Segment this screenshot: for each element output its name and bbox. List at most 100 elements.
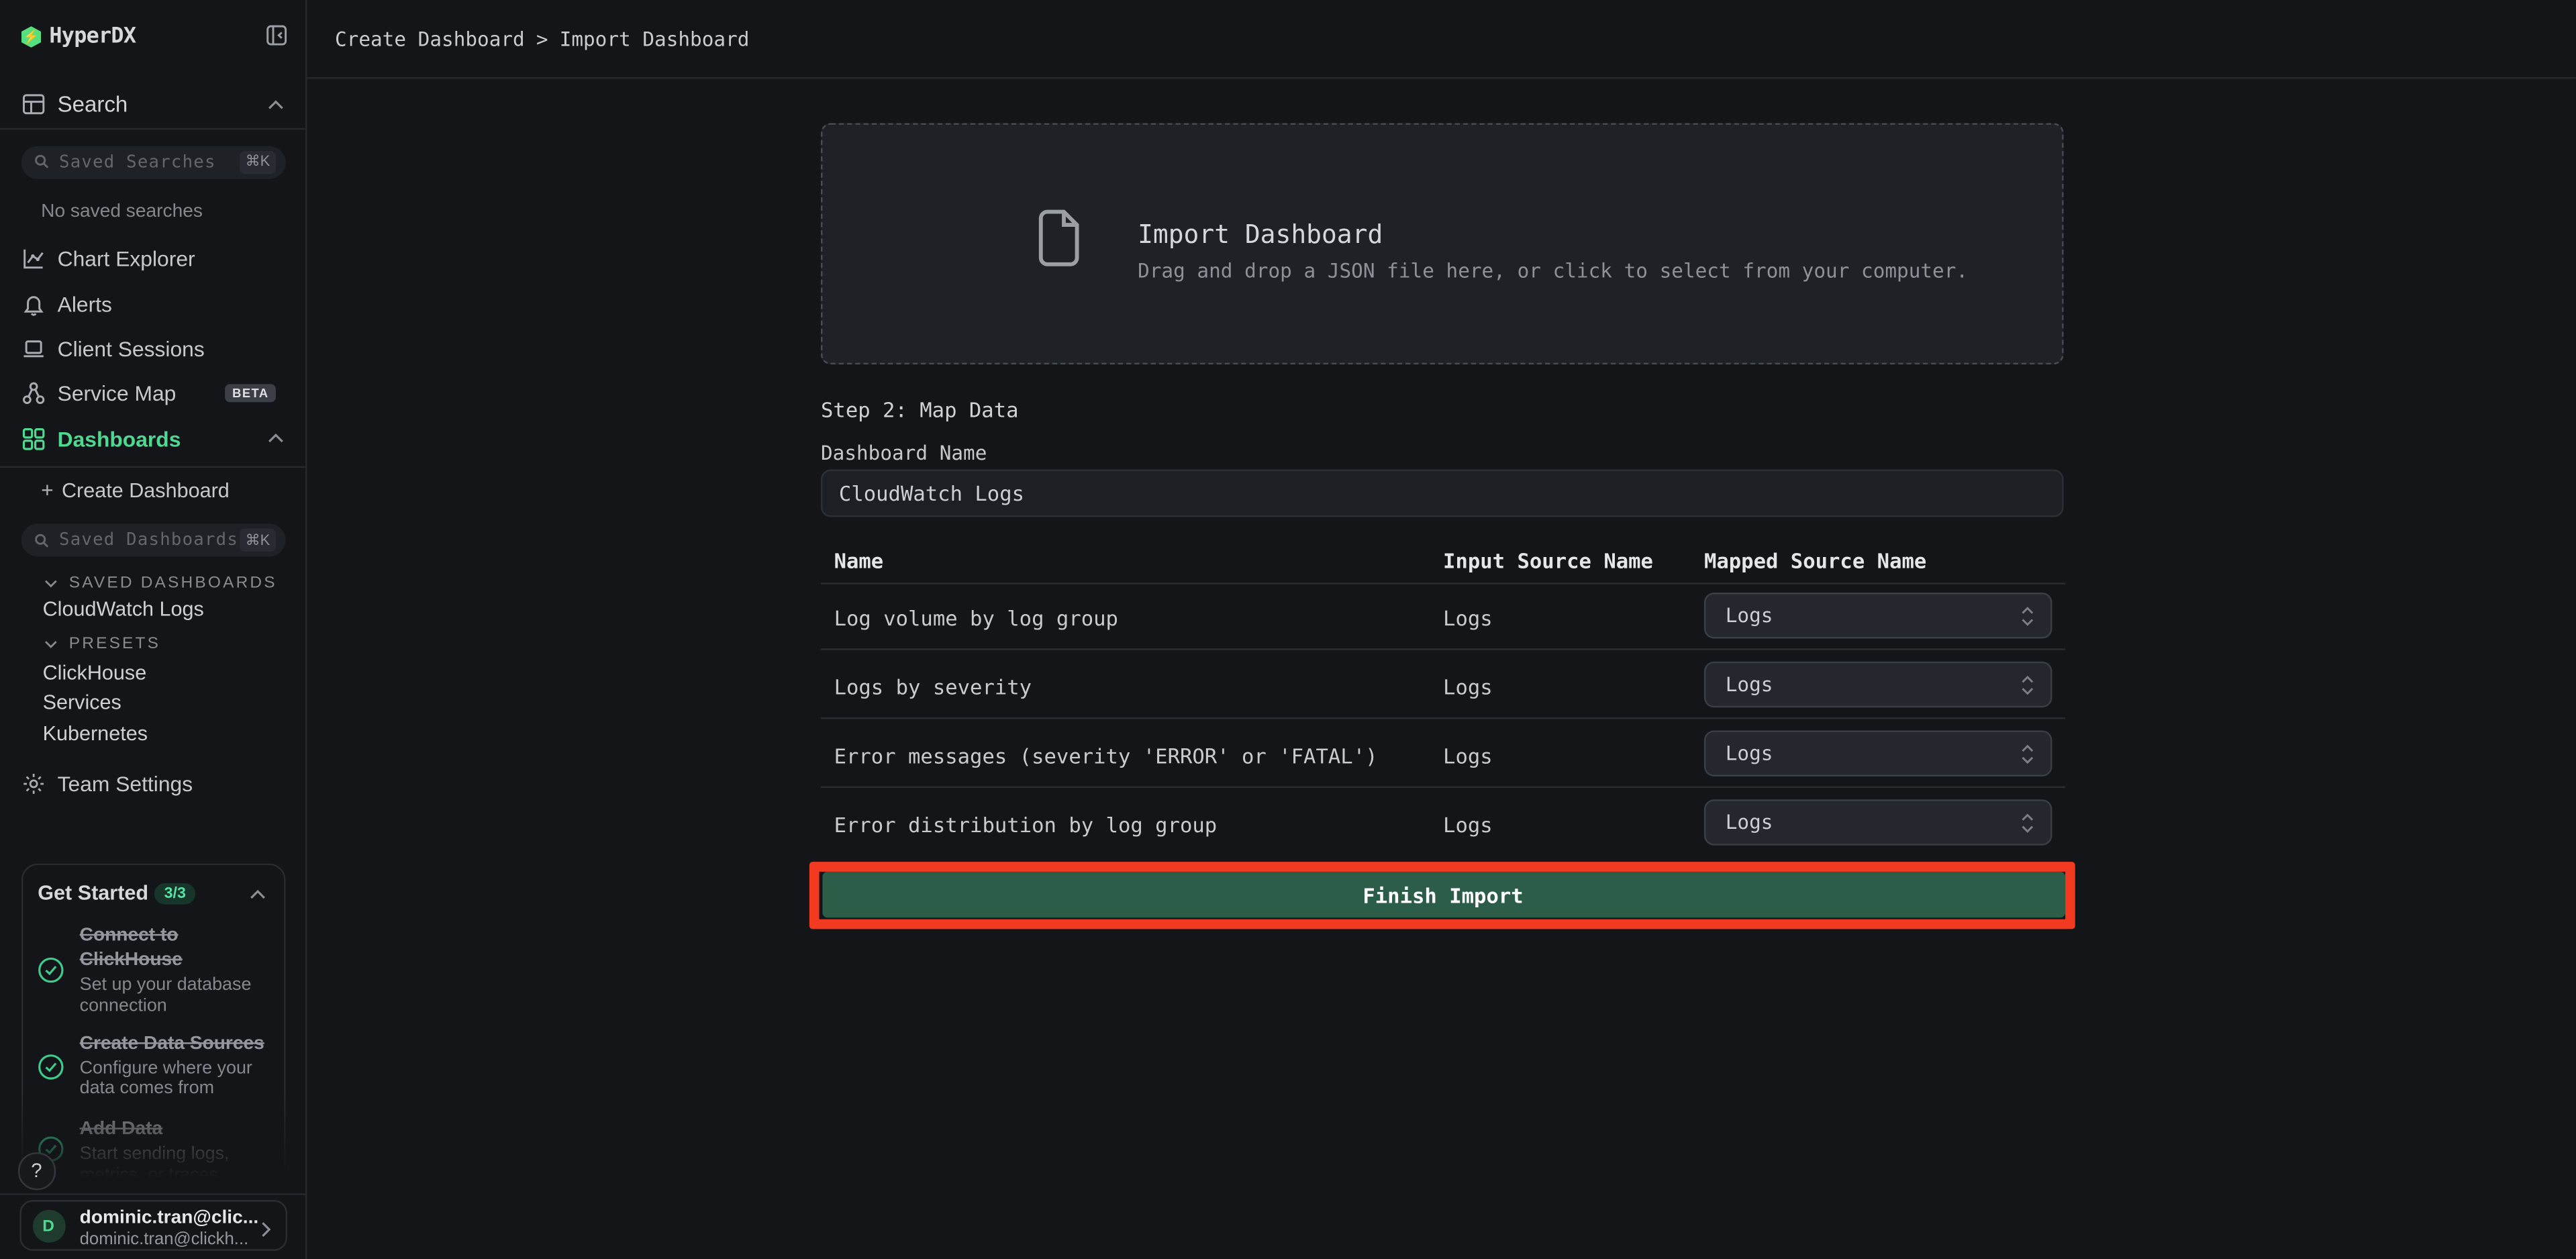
gear-icon bbox=[21, 772, 46, 797]
search-icon bbox=[34, 154, 49, 169]
task-subtitle: Configure where your data comes from bbox=[80, 1058, 283, 1099]
mapped-source-select[interactable]: Logs bbox=[1704, 593, 2052, 638]
row-input-source: Logs bbox=[1443, 743, 1493, 768]
sidebar-section-search[interactable]: Search bbox=[0, 81, 307, 127]
saved-dashboards-placeholder: Saved Dashboards bbox=[59, 530, 240, 550]
sidebar-item-chart-explorer[interactable]: Chart Explorer bbox=[0, 235, 307, 281]
hyperdx-logo-icon: ⚡ bbox=[21, 26, 41, 48]
breadcrumb-import-dashboard[interactable]: Import Dashboard bbox=[560, 27, 750, 50]
chevron-down-icon bbox=[44, 640, 58, 648]
saved-dashboards-input[interactable]: Saved Dashboards ⌘K bbox=[21, 523, 286, 556]
sidebar-item-dashboards[interactable]: Dashboards bbox=[0, 415, 307, 461]
help-label: ? bbox=[31, 1159, 42, 1182]
header-divider bbox=[307, 77, 2575, 79]
select-chevrons-icon bbox=[2021, 674, 2034, 695]
get-started-progress-badge: 3/3 bbox=[154, 883, 196, 905]
chevron-up-icon bbox=[268, 99, 284, 109]
collapse-sidebar-button[interactable] bbox=[266, 25, 287, 46]
col-header-mapped-source: Mapped Source Name bbox=[1704, 548, 1926, 572]
user-menu[interactable]: D dominic.tran@clic... dominic.tran@clic… bbox=[19, 1199, 287, 1251]
laptop-icon bbox=[21, 336, 46, 360]
section-label: PRESETS bbox=[69, 634, 160, 652]
app-logo: ⚡ HyperDX bbox=[21, 25, 136, 50]
avatar-initial: D bbox=[42, 1217, 54, 1236]
service-map-icon bbox=[21, 380, 46, 405]
chevron-right-icon bbox=[261, 1221, 271, 1237]
mapped-source-select[interactable]: Logs bbox=[1704, 799, 2052, 845]
select-chevrons-icon bbox=[2021, 812, 2034, 834]
get-started-item-sources[interactable]: Create Data Sources Configure where your… bbox=[80, 1031, 280, 1099]
get-started-title: Get Started bbox=[38, 882, 148, 905]
chevron-up-icon bbox=[268, 434, 284, 444]
sidebar-item-label: Alerts bbox=[58, 291, 112, 316]
chart-explorer-icon bbox=[21, 246, 46, 270]
task-title: Create Data Sources bbox=[80, 1031, 280, 1056]
section-saved-dashboards[interactable]: SAVED DASHBOARDS bbox=[44, 571, 277, 594]
saved-searches-placeholder: Saved Searches bbox=[59, 152, 240, 171]
file-icon bbox=[1035, 207, 1081, 266]
sidebar-item-team-settings[interactable]: Team Settings bbox=[0, 761, 307, 807]
shortcut-badge: ⌘K bbox=[240, 150, 276, 173]
select-chevrons-icon bbox=[2021, 743, 2034, 764]
get-started-item-connect[interactable]: Connect to ClickHouse Set up your databa… bbox=[80, 924, 280, 1016]
search-icon bbox=[34, 533, 49, 548]
app-root: ⚡ HyperDX Search bbox=[0, 0, 2576, 1259]
preset-link-clickhouse[interactable]: ClickHouse bbox=[43, 661, 147, 684]
table-divider bbox=[821, 582, 2065, 583]
annotation-highlight-box bbox=[809, 861, 2075, 928]
search-section-icon bbox=[21, 92, 46, 117]
saved-searches-input[interactable]: Saved Searches ⌘K bbox=[21, 145, 286, 178]
preset-link-kubernetes[interactable]: Kubernetes bbox=[43, 721, 148, 744]
row-input-source: Logs bbox=[1443, 674, 1493, 699]
table-divider bbox=[821, 717, 2065, 719]
preset-link-services[interactable]: Services bbox=[43, 691, 121, 714]
chevron-up-icon[interactable] bbox=[250, 890, 266, 900]
shortcut-badge: ⌘K bbox=[240, 529, 276, 552]
create-dashboard-button[interactable]: + Create Dashboard bbox=[41, 478, 230, 503]
dashboard-name-input[interactable] bbox=[821, 470, 2064, 517]
table-divider bbox=[821, 648, 2065, 650]
select-chevrons-icon bbox=[2021, 605, 2034, 626]
dashboard-link-cloudwatch-logs[interactable]: CloudWatch Logs bbox=[43, 597, 204, 620]
select-value: Logs bbox=[1726, 742, 2021, 765]
mapped-source-select[interactable]: Logs bbox=[1704, 730, 2052, 776]
section-presets[interactable]: PRESETS bbox=[44, 632, 160, 655]
row-name: Error messages (severity 'ERROR' or 'FAT… bbox=[834, 743, 1378, 768]
row-input-source: Logs bbox=[1443, 812, 1493, 837]
dropzone-title: Import Dashboard bbox=[1138, 219, 1383, 249]
user-display-name: dominic.tran@clic... bbox=[80, 1207, 264, 1227]
bell-icon bbox=[21, 291, 46, 316]
select-value: Logs bbox=[1726, 673, 2021, 696]
check-circle-icon bbox=[37, 957, 63, 983]
check-circle-icon bbox=[37, 1054, 63, 1080]
import-dropzone[interactable]: Import Dashboard Drag and drop a JSON fi… bbox=[820, 122, 2064, 364]
help-button[interactable]: ? bbox=[18, 1152, 55, 1189]
mapped-source-select[interactable]: Logs bbox=[1704, 662, 2052, 707]
divider bbox=[0, 1193, 305, 1195]
table-divider bbox=[821, 787, 2065, 788]
user-email: dominic.tran@clickh... bbox=[80, 1229, 264, 1248]
task-subtitle: Start sending logs, metrics, or traces bbox=[80, 1144, 283, 1185]
collapse-sidebar-icon bbox=[266, 25, 287, 46]
dropzone-subtitle: Drag and drop a JSON file here, or click… bbox=[1138, 258, 1968, 281]
sidebar-item-client-sessions[interactable]: Client Sessions bbox=[0, 325, 307, 370]
plus-icon: + bbox=[41, 478, 54, 503]
no-saved-searches-text: No saved searches bbox=[41, 201, 203, 221]
select-value: Logs bbox=[1726, 811, 2021, 834]
col-header-name: Name bbox=[834, 548, 884, 572]
row-input-source: Logs bbox=[1443, 605, 1493, 630]
beta-badge: BETA bbox=[225, 383, 276, 401]
divider bbox=[0, 128, 305, 129]
row-name: Logs by severity bbox=[834, 674, 1032, 699]
get-started-panel: Get Started 3/3 Connect to ClickHouse Se… bbox=[21, 864, 286, 1192]
app-title: HyperDX bbox=[49, 25, 136, 50]
get-started-item-add-data[interactable]: Add Data Start sending logs, metrics, or… bbox=[80, 1118, 280, 1185]
breadcrumb-separator: > bbox=[536, 27, 548, 50]
divider bbox=[0, 465, 305, 466]
breadcrumb-create-dashboard[interactable]: Create Dashboard bbox=[335, 27, 525, 50]
sidebar-item-alerts[interactable]: Alerts bbox=[0, 281, 307, 326]
create-dashboard-label: Create Dashboard bbox=[62, 479, 230, 501]
select-value: Logs bbox=[1726, 604, 2021, 627]
step-heading: Step 2: Map Data bbox=[821, 397, 1019, 422]
row-name: Error distribution by log group bbox=[834, 812, 1218, 837]
